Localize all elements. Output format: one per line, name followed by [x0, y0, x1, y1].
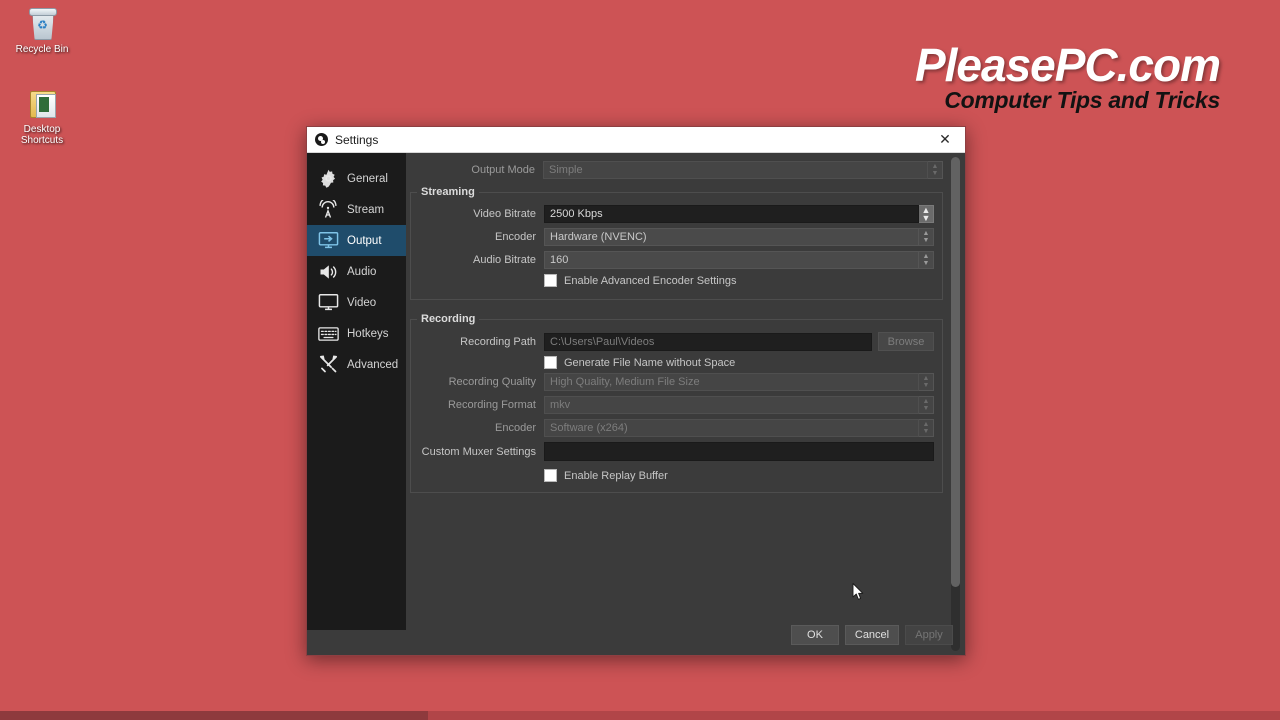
recording-encoder-row: Encoder Software (x264) ▲ ▼	[411, 419, 934, 437]
broadcast-icon	[317, 199, 339, 221]
sidebar-item-audio[interactable]: Audio	[307, 256, 406, 287]
recording-encoder-label: Encoder	[495, 422, 536, 434]
stream-encoder-stepper[interactable]: ▲ ▼	[919, 228, 934, 246]
sidebar-item-label: Video	[347, 296, 377, 309]
window-title: Settings	[335, 132, 379, 147]
generate-filename-row: Generate File Name without Space	[544, 356, 934, 369]
custom-muxer-input[interactable]	[544, 442, 934, 461]
recording-path-row: Recording Path C:\Users\Paul\Videos Brow…	[411, 332, 934, 351]
settings-content: Output Mode Simple ▲ ▼ Streaming Video Bi…	[406, 153, 965, 655]
recording-group: Recording Recording Path C:\Users\Paul\V…	[410, 313, 943, 493]
speaker-icon	[317, 261, 339, 283]
video-bitrate-stepper[interactable]: ▲ ▼	[919, 205, 934, 223]
advanced-encoder-row: Enable Advanced Encoder Settings	[544, 274, 934, 287]
desktop-icon-label: Recycle Bin	[15, 44, 69, 55]
window-title-bar[interactable]: Settings ✕	[307, 127, 965, 153]
taskbar	[0, 711, 1280, 720]
sidebar-item-stream[interactable]: Stream	[307, 194, 406, 225]
generate-filename-checkbox[interactable]	[544, 356, 557, 369]
replay-buffer-row: Enable Replay Buffer	[544, 469, 934, 482]
sidebar-item-video[interactable]: Video	[307, 287, 406, 318]
output-mode-stepper[interactable]: ▲ ▼	[928, 161, 943, 179]
video-bitrate-input[interactable]: 2500 Kbps	[544, 205, 919, 223]
monitor-icon	[317, 292, 339, 314]
gear-icon	[317, 168, 339, 190]
recording-format-select[interactable]: mkv	[544, 396, 919, 414]
sidebar-item-general[interactable]: General	[307, 163, 406, 194]
keyboard-icon	[317, 323, 339, 345]
desktop-icon-recycle-bin[interactable]: ♻ Recycle Bin	[6, 6, 78, 55]
settings-sidebar: General Stream Output Audio Video Hotkey…	[307, 153, 406, 630]
streaming-group: Streaming Video Bitrate 2500 Kbps ▲ ▼ Enc…	[410, 186, 943, 300]
watermark-title: PleasePC.com	[914, 39, 1221, 91]
sidebar-item-output[interactable]: Output	[307, 225, 406, 256]
video-bitrate-label: Video Bitrate	[473, 208, 536, 220]
recording-group-title: Recording	[417, 313, 480, 325]
cancel-button[interactable]: Cancel	[845, 625, 899, 645]
sidebar-item-label: Stream	[347, 203, 385, 216]
browse-button[interactable]: Browse	[878, 332, 934, 351]
tools-icon	[317, 354, 339, 376]
recording-quality-stepper[interactable]: ▲ ▼	[919, 373, 934, 391]
video-bitrate-row: Video Bitrate 2500 Kbps ▲ ▼	[411, 205, 934, 223]
settings-window: Settings ✕ General Stream Output Audio V…	[306, 126, 966, 656]
sidebar-item-label: Output	[347, 234, 382, 247]
recycle-bin-icon: ♻	[25, 6, 59, 40]
recording-quality-select[interactable]: High Quality, Medium File Size	[544, 373, 919, 391]
desktop: ♻ Recycle Bin Desktop Shortcuts PleasePC…	[0, 0, 1280, 720]
taskbar-left-segment	[0, 711, 428, 720]
recording-encoder-stepper[interactable]: ▲ ▼	[919, 419, 934, 437]
custom-muxer-row: Custom Muxer Settings	[411, 442, 934, 461]
generate-filename-label: Generate File Name without Space	[564, 356, 736, 369]
recording-format-label: Recording Format	[447, 399, 536, 411]
folder-icon	[25, 86, 59, 120]
desktop-icon-label: Desktop Shortcuts	[20, 124, 64, 146]
content-scrollbar[interactable]	[951, 157, 960, 651]
desktop-icon-desktop-shortcuts[interactable]: Desktop Shortcuts	[6, 86, 78, 146]
close-icon[interactable]: ✕	[925, 127, 965, 152]
replay-buffer-label: Enable Replay Buffer	[564, 469, 668, 482]
stream-encoder-label: Encoder	[495, 231, 536, 243]
audio-bitrate-select[interactable]: 160	[544, 251, 919, 269]
watermark-subtitle: Computer Tips and Tricks	[944, 87, 1220, 113]
audio-bitrate-label: Audio Bitrate	[473, 254, 536, 266]
sidebar-item-label: Advanced	[347, 358, 399, 371]
ok-button[interactable]: OK	[791, 625, 839, 645]
recording-path-input[interactable]: C:\Users\Paul\Videos	[544, 332, 872, 351]
settings-scroll-area: Output Mode Simple ▲ ▼ Streaming Video Bi…	[410, 161, 943, 655]
recording-path-label: Recording Path	[460, 335, 536, 348]
stream-encoder-select[interactable]: Hardware (NVENC)	[544, 228, 919, 246]
watermark: PleasePC.com Computer Tips and Tricks	[914, 39, 1221, 113]
advanced-encoder-checkbox[interactable]	[544, 274, 557, 287]
sidebar-item-hotkeys[interactable]: Hotkeys	[307, 318, 406, 349]
output-mode-select[interactable]: Simple	[543, 161, 928, 179]
obs-logo-icon	[315, 133, 328, 146]
streaming-group-title: Streaming	[417, 186, 479, 198]
audio-bitrate-row: Audio Bitrate 160 ▲ ▼	[411, 251, 934, 269]
advanced-encoder-label: Enable Advanced Encoder Settings	[564, 274, 737, 287]
sidebar-item-label: General	[347, 172, 388, 185]
output-monitor-icon	[317, 230, 339, 252]
stream-encoder-row: Encoder Hardware (NVENC) ▲ ▼	[411, 228, 934, 246]
output-mode-label: Output Mode	[471, 164, 535, 176]
recording-quality-row: Recording Quality High Quality, Medium F…	[411, 373, 934, 391]
scrollbar-thumb[interactable]	[951, 157, 960, 587]
sidebar-item-advanced[interactable]: Advanced	[307, 349, 406, 380]
replay-buffer-checkbox[interactable]	[544, 469, 557, 482]
sidebar-item-label: Hotkeys	[347, 327, 389, 340]
output-mode-row: Output Mode Simple ▲ ▼	[410, 161, 943, 179]
dialog-footer: OK Cancel Apply	[791, 625, 953, 645]
recording-quality-label: Recording Quality	[448, 376, 536, 388]
recording-format-row: Recording Format mkv ▲ ▼	[411, 396, 934, 414]
apply-button: Apply	[905, 625, 953, 645]
recording-encoder-select[interactable]: Software (x264)	[544, 419, 919, 437]
custom-muxer-label: Custom Muxer Settings	[421, 445, 536, 458]
recording-format-stepper[interactable]: ▲ ▼	[919, 396, 934, 414]
sidebar-item-label: Audio	[347, 265, 377, 278]
window-body: General Stream Output Audio Video Hotkey…	[307, 153, 965, 655]
audio-bitrate-stepper[interactable]: ▲ ▼	[919, 251, 934, 269]
